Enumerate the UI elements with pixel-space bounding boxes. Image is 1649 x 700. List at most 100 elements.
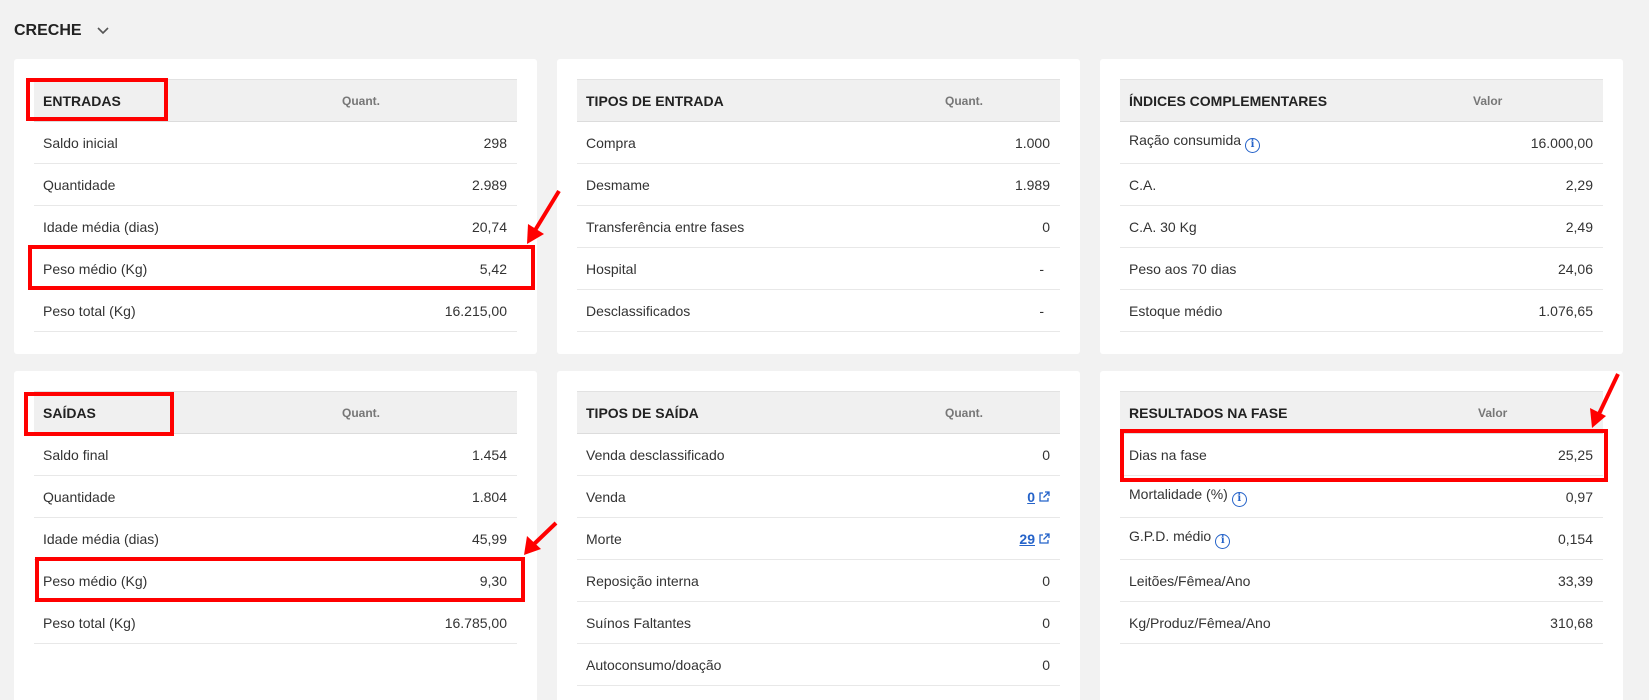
row-label: Autoconsumo/doação: [577, 643, 945, 686]
row-label-text: Ração consumida: [1129, 132, 1242, 148]
row-value: 20,74: [342, 205, 517, 248]
row-label: Ração consumida i: [1120, 121, 1473, 164]
row-label-text: Mortalidade (%): [1129, 486, 1228, 502]
row-label: Estoque médio: [1120, 289, 1473, 332]
table-row: Venda desclassificado 0: [577, 433, 1060, 476]
row-value: 1.804: [342, 475, 517, 518]
card-saidas: SAÍDAS Quant. Saldo final 1.454 Quantidad…: [14, 371, 537, 700]
saidas-table: SAÍDAS Quant. Saldo final 1.454 Quantidad…: [34, 391, 517, 644]
row-label: Leitões/Fêmea/Ano: [1120, 559, 1478, 602]
table-row: G.P.D. médio i 0,154: [1120, 517, 1603, 560]
row-label: Venda: [577, 475, 945, 518]
row-label: Dias na fase: [1120, 433, 1478, 476]
row-label: G.P.D. médio i: [1120, 517, 1478, 560]
morte-link[interactable]: 29: [1019, 531, 1035, 547]
row-value: 298: [342, 121, 517, 164]
table-row: Peso total (Kg) 16.215,00: [34, 289, 517, 332]
info-icon[interactable]: i: [1215, 534, 1231, 549]
table-row: Compra 1.000: [577, 121, 1060, 164]
row-value: 24,06: [1473, 247, 1603, 290]
row-label: Peso total (Kg): [34, 601, 342, 644]
table-row: Quantidade 1.804: [34, 475, 517, 518]
entradas-col-header: Quant.: [342, 79, 517, 122]
indices-title: ÍNDICES COMPLEMENTARES: [1120, 79, 1473, 122]
table-row: Autoconsumo/doação 0: [577, 643, 1060, 686]
table-row: Peso médio (Kg) 5,42: [34, 247, 517, 290]
row-value: 0,97: [1478, 475, 1603, 518]
table-row: C.A. 30 Kg 2,49: [1120, 205, 1603, 248]
table-row: Leitões/Fêmea/Ano 33,39: [1120, 559, 1603, 602]
row-value: 16.215,00: [342, 289, 517, 332]
row-value: 45,99: [342, 517, 517, 560]
resultados-col-header: Valor: [1478, 391, 1603, 434]
row-label: Desclassificados: [577, 289, 945, 332]
row-value: 0: [945, 601, 1060, 644]
table-row: Peso total (Kg) 16.785,00: [34, 601, 517, 644]
row-label: Desmame: [577, 163, 945, 206]
card-indices: ÍNDICES COMPLEMENTARES Valor Ração consu…: [1100, 59, 1623, 354]
table-row: Quantidade 2.989: [34, 163, 517, 206]
resultados-table: RESULTADOS NA FASE Valor Dias na fase 25,…: [1120, 391, 1603, 644]
tipos-saida-title: TIPOS DE SAÍDA: [577, 391, 945, 434]
table-row: Idade média (dias) 20,74: [34, 205, 517, 248]
row-label: Kg/Produz/Fêmea/Ano: [1120, 601, 1478, 644]
row-label: Hospital: [577, 247, 945, 290]
row-value: 9,30: [342, 559, 517, 602]
row-label: Saldo inicial: [34, 121, 342, 164]
row-value: 310,68: [1478, 601, 1603, 644]
row-value: 0: [945, 475, 1060, 518]
row-value: 5,42: [342, 247, 517, 290]
table-row: Transferência entre fases 0: [577, 205, 1060, 248]
section-title: CRECHE: [14, 22, 82, 39]
indices-col-header: Valor: [1473, 79, 1603, 122]
card-tipos-saida: TIPOS DE SAÍDA Quant. Venda desclassific…: [557, 371, 1080, 700]
chevron-down-icon: [96, 27, 109, 35]
row-label: Reposição interna: [577, 559, 945, 602]
table-row: Saldo inicial 298: [34, 121, 517, 164]
external-link-icon[interactable]: [1038, 532, 1050, 545]
section-dropdown[interactable]: CRECHE: [14, 22, 110, 40]
row-label: Venda desclassificado: [577, 433, 945, 476]
row-value: 0,154: [1478, 517, 1603, 560]
row-label: Compra: [577, 121, 945, 164]
row-value: 16.000,00: [1473, 121, 1603, 164]
table-row: Desmame 1.989: [577, 163, 1060, 206]
info-icon[interactable]: i: [1231, 492, 1247, 507]
indices-table: ÍNDICES COMPLEMENTARES Valor Ração consu…: [1120, 79, 1603, 332]
row-label: Saldo final: [34, 433, 342, 476]
card-resultados: RESULTADOS NA FASE Valor Dias na fase 25,…: [1100, 371, 1623, 700]
table-row: Idade média (dias) 45,99: [34, 517, 517, 560]
entradas-title: ENTRADAS: [34, 79, 342, 122]
row-label: Idade média (dias): [34, 517, 342, 560]
external-link-icon[interactable]: [1038, 490, 1050, 503]
row-label: Mortalidade (%) i: [1120, 475, 1478, 518]
row-label: Peso médio (Kg): [34, 247, 342, 290]
table-row: Ração consumida i 16.000,00: [1120, 121, 1603, 164]
venda-link[interactable]: 0: [1027, 489, 1035, 505]
row-value: 33,39: [1478, 559, 1603, 602]
table-row: Peso aos 70 dias 24,06: [1120, 247, 1603, 290]
tipos-entrada-title: TIPOS DE ENTRADA: [577, 79, 945, 122]
saidas-title: SAÍDAS: [34, 391, 342, 434]
row-value: 1.076,65: [1473, 289, 1603, 332]
row-label: Morte: [577, 517, 945, 560]
row-value: 2,29: [1473, 163, 1603, 206]
row-value: 16.785,00: [342, 601, 517, 644]
table-row: Saldo final 1.454: [34, 433, 517, 476]
resultados-title: RESULTADOS NA FASE: [1120, 391, 1478, 434]
row-value: 29: [945, 517, 1060, 560]
table-row: Desclassificados -: [577, 289, 1060, 332]
info-icon[interactable]: i: [1245, 138, 1261, 153]
row-value: -: [945, 247, 1060, 290]
row-label: Peso aos 70 dias: [1120, 247, 1473, 290]
table-row: Dias na fase 25,25: [1120, 433, 1603, 476]
row-label: Quantidade: [34, 163, 342, 206]
tipos-entrada-table: TIPOS DE ENTRADA Quant. Compra 1.000 Desm…: [577, 79, 1060, 332]
row-value: 0: [945, 643, 1060, 686]
row-label: Transferência entre fases: [577, 205, 945, 248]
table-row: C.A. 2,29: [1120, 163, 1603, 206]
row-value: 0: [945, 433, 1060, 476]
row-value: 0: [945, 205, 1060, 248]
table-row: Reposição interna 0: [577, 559, 1060, 602]
row-value: -: [945, 289, 1060, 332]
